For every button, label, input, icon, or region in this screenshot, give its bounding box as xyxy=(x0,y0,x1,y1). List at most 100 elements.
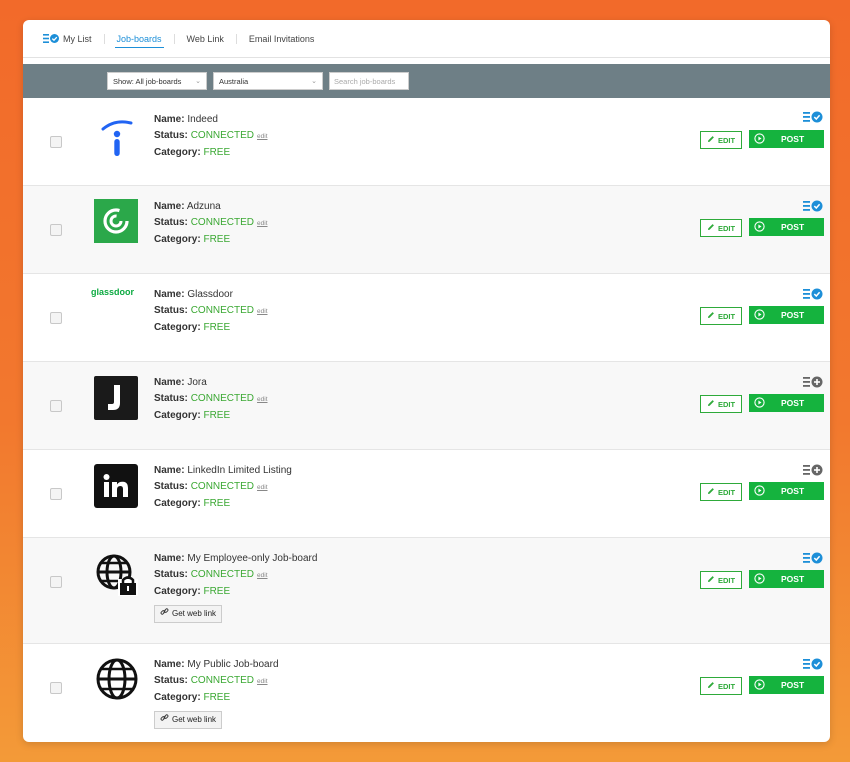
board-category-line: Category: FREE xyxy=(154,584,317,600)
tab-email-invitations[interactable]: Email Invitations xyxy=(237,20,327,58)
category-label: Category: xyxy=(154,322,201,333)
edit-status-link[interactable]: edit xyxy=(257,133,267,140)
edit-status-link[interactable]: edit xyxy=(257,572,267,579)
board-name: Jora xyxy=(187,377,207,388)
category-label: Category: xyxy=(154,498,201,509)
job-board-row-jora: Name: Jora Status: CONNECTED edit Categor… xyxy=(23,362,830,450)
country-select[interactable]: Australia ⌄ xyxy=(213,72,323,90)
pencil-icon xyxy=(707,223,715,233)
post-button-label: POST xyxy=(781,574,805,584)
category-label: Category: xyxy=(154,234,201,245)
post-button[interactable]: POST xyxy=(749,306,824,324)
globe-lock-icon xyxy=(94,552,140,598)
edit-button[interactable]: EDIT xyxy=(700,677,742,695)
name-label: Name: xyxy=(154,465,185,476)
board-category: FREE xyxy=(203,147,231,158)
job-board-info: Name: My Public Job-board Status: CONNEC… xyxy=(154,657,279,729)
category-label: Category: xyxy=(154,147,201,158)
post-button-label: POST xyxy=(781,310,805,320)
board-name-line: Name: My Employee-only Job-board xyxy=(154,551,317,567)
pencil-icon xyxy=(707,681,715,691)
name-label: Name: xyxy=(154,289,185,300)
tab-job-boards-label: Job-boards xyxy=(116,33,162,44)
board-name-line: Name: Indeed xyxy=(154,112,268,128)
linkedin-logo xyxy=(94,464,138,508)
board-name-line: Name: LinkedIn Limited Listing xyxy=(154,463,292,479)
listed-check-icon[interactable] xyxy=(803,110,823,124)
category-label: Category: xyxy=(154,586,201,597)
job-board-info: Name: Indeed Status: CONNECTED edit Categ… xyxy=(154,112,268,161)
post-button[interactable]: POST xyxy=(749,482,824,500)
post-button-label: POST xyxy=(781,222,805,232)
job-board-info: Name: LinkedIn Limited Listing Status: C… xyxy=(154,463,292,512)
tab-job-boards[interactable]: Job-boards xyxy=(105,20,174,58)
board-name-line: Name: Glassdoor xyxy=(154,287,268,303)
post-button[interactable]: POST xyxy=(749,570,824,588)
row-checkbox[interactable] xyxy=(50,682,62,694)
board-status-line: Status: CONNECTED edit xyxy=(154,567,317,584)
edit-button-label: EDIT xyxy=(717,311,736,321)
row-checkbox[interactable] xyxy=(50,488,62,500)
edit-status-link[interactable]: edit xyxy=(257,484,267,491)
board-name: LinkedIn Limited Listing xyxy=(187,465,292,476)
board-name-line: Name: My Public Job-board xyxy=(154,657,279,673)
edit-button[interactable]: EDIT xyxy=(700,307,742,325)
row-checkbox[interactable] xyxy=(50,312,62,324)
add-to-list-icon[interactable] xyxy=(803,375,823,389)
board-status-line: Status: CONNECTED edit xyxy=(154,303,268,320)
board-category: FREE xyxy=(203,692,231,703)
post-button[interactable]: POST xyxy=(749,218,824,236)
globe-icon xyxy=(94,656,140,702)
listed-check-icon[interactable] xyxy=(803,551,823,565)
get-web-link-button[interactable]: Get web link xyxy=(154,605,223,623)
row-checkbox[interactable] xyxy=(50,400,62,412)
board-category-line: Category: FREE xyxy=(154,496,292,512)
tab-web-link[interactable]: Web Link xyxy=(175,20,236,58)
edit-button[interactable]: EDIT xyxy=(700,483,742,501)
filter-bar: Show: All job-boards ⌄ Australia ⌄ xyxy=(23,64,830,98)
edit-status-link[interactable]: edit xyxy=(257,678,267,685)
edit-status-link[interactable]: edit xyxy=(257,396,267,403)
job-board-list: Name: Indeed Status: CONNECTED edit Categ… xyxy=(23,98,830,742)
job-board-info: Name: My Employee-only Job-board Status:… xyxy=(154,551,317,623)
post-button-label: POST xyxy=(781,398,805,408)
search-input[interactable] xyxy=(329,72,409,90)
edit-button[interactable]: EDIT xyxy=(700,395,742,413)
post-button[interactable]: POST xyxy=(749,394,824,412)
chevron-down-icon: ⌄ xyxy=(311,78,317,85)
row-checkbox[interactable] xyxy=(50,136,62,148)
job-board-row-indeed: Name: Indeed Status: CONNECTED edit Categ… xyxy=(23,98,830,186)
play-circle-icon xyxy=(754,220,765,234)
status-label: Status: xyxy=(154,305,188,316)
board-category: FREE xyxy=(203,234,231,245)
add-to-list-icon[interactable] xyxy=(803,463,823,477)
edit-button[interactable]: EDIT xyxy=(700,219,742,237)
board-category-line: Category: FREE xyxy=(154,145,268,161)
listed-check-icon[interactable] xyxy=(803,287,823,301)
listed-check-icon[interactable] xyxy=(803,657,823,671)
post-button[interactable]: POST xyxy=(749,130,824,148)
name-label: Name: xyxy=(154,377,185,388)
job-board-row-employee-only: Name: My Employee-only Job-board Status:… xyxy=(23,538,830,644)
my-list-icon xyxy=(43,33,59,44)
board-name: Glassdoor xyxy=(187,289,233,300)
post-button[interactable]: POST xyxy=(749,676,824,694)
tab-my-list[interactable]: My List xyxy=(31,20,104,58)
edit-status-link[interactable]: edit xyxy=(257,308,267,315)
play-circle-icon xyxy=(754,396,765,410)
tab-my-list-label: My List xyxy=(63,33,92,44)
edit-button[interactable]: EDIT xyxy=(700,131,742,149)
show-filter-value: Show: All job-boards xyxy=(113,76,182,86)
row-checkbox[interactable] xyxy=(50,576,62,588)
indeed-logo xyxy=(94,116,140,162)
row-checkbox[interactable] xyxy=(50,224,62,236)
country-select-value: Australia xyxy=(219,76,249,86)
listed-check-icon[interactable] xyxy=(803,199,823,213)
show-filter-select[interactable]: Show: All job-boards ⌄ xyxy=(107,72,207,90)
board-category-line: Category: FREE xyxy=(154,232,268,248)
pencil-icon xyxy=(707,135,715,145)
adzuna-logo xyxy=(94,199,138,243)
edit-button[interactable]: EDIT xyxy=(700,571,742,589)
get-web-link-button[interactable]: Get web link xyxy=(154,711,223,729)
edit-status-link[interactable]: edit xyxy=(257,220,267,227)
